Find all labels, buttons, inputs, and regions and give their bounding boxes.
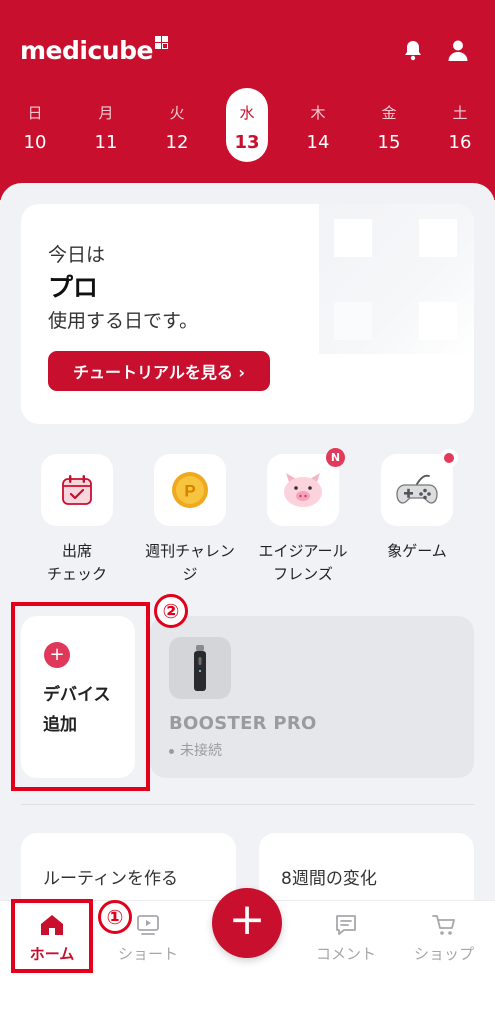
brand-name: medicube [20,36,153,65]
eight-week-change-label: 8週間の変化 [281,869,377,889]
tab-comment-label: コメント [315,945,376,963]
challenge-icon-tile: P [154,454,226,526]
device-card-booster-pro[interactable]: BOOSTER PRO 未接続 [150,616,474,778]
notification-dot [440,449,458,467]
day-monday[interactable]: 月 11 [85,88,127,162]
brand-cross-mark [154,36,168,49]
svg-text:P: P [184,482,195,501]
annotation-number-one: ① [98,900,132,934]
quick-item-agr-friends[interactable]: N エイジアール フレンズ [253,448,353,586]
annotation-number-two: ② [154,594,188,628]
attendance-label: 出席 チェック [46,542,107,583]
attendance-icon-tile [41,454,113,526]
coin-icon: P [172,472,208,508]
day-saturday[interactable]: 土 16 [439,88,481,162]
quick-item-attendance[interactable]: 出席 チェック [27,454,127,586]
device-status: 未接続 [169,740,222,760]
today-hero-card: 今日は プロ 使用する日です。 チュートリアルを見る › [21,204,474,424]
quick-item-weekly-challenge[interactable]: P 週刊チャレンジ [140,454,240,586]
gamepad-icon [396,474,438,504]
tab-shop-label: ショップ [413,945,474,963]
weekly-challenge-label: 週刊チャレンジ [145,542,235,583]
hero-today-label: 今日は [48,244,106,266]
agr-friends-label: エイジアール フレンズ [258,542,348,583]
video-play-icon [137,915,159,935]
device-name: BOOSTER PRO [169,713,317,734]
tab-comment[interactable]: コメント [306,913,386,964]
app-header: medicube 日 10 月 11 火 12 水 13 木 14 金 15 土… [0,0,495,200]
brand-logo: medicube [20,36,168,65]
new-badge: N [326,448,345,467]
day-sunday[interactable]: 日 10 [14,88,56,162]
person-icon[interactable] [446,38,470,62]
create-plus-button[interactable]: + [212,888,282,958]
day-tuesday[interactable]: 火 12 [156,88,198,162]
annotation-box-add-device [11,602,150,791]
hero-mode-title: プロ [48,273,99,302]
comment-icon [336,915,356,935]
tab-shop[interactable]: ショップ [404,913,484,964]
hero-background-pattern [319,204,474,354]
annotation-box-home-tab [11,899,93,973]
day-thursday[interactable]: 木 14 [297,88,339,162]
section-divider [21,804,474,805]
main-content: 今日は プロ 使用する日です。 チュートリアルを見る › 出席 チェック P 週… [0,183,495,963]
cart-icon [432,915,455,935]
bell-icon[interactable] [401,38,425,62]
booster-pro-device-icon [194,645,206,691]
day-wednesday-selected[interactable]: 水 13 [226,88,268,162]
status-dot-icon [169,748,174,754]
week-selector: 日 10 月 11 火 12 水 13 木 14 金 15 土 16 [0,88,495,168]
make-routine-label: ルーティンを作る [43,869,178,889]
friends-icon-tile: N [267,448,345,526]
game-icon-tile [381,449,458,526]
day-friday[interactable]: 金 15 [368,88,410,162]
tab-short-label: ショート [117,945,178,963]
hero-description: 使用する日です。 [48,310,199,332]
device-image [169,637,231,699]
pig-icon [284,473,322,507]
calendar-check-icon [62,475,92,505]
game-label: 象ゲーム [387,542,447,560]
view-tutorial-button[interactable]: チュートリアルを見る › [48,351,270,391]
quick-item-game[interactable]: 象ゲーム [367,449,467,563]
